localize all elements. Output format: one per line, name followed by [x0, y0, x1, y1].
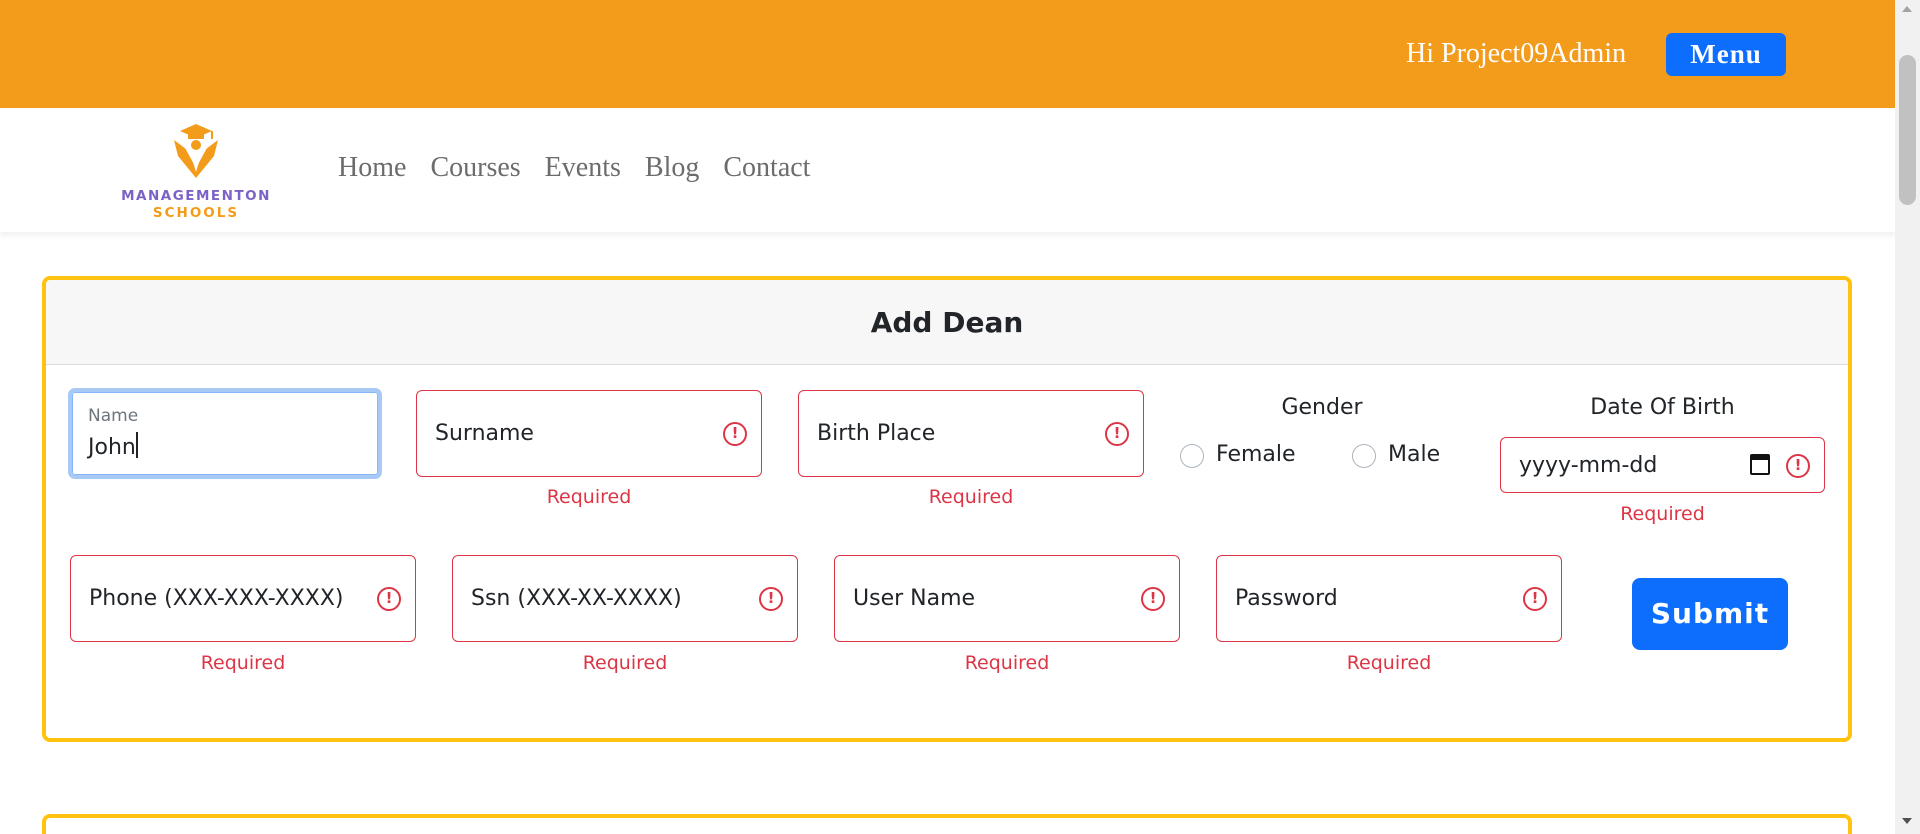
surname-error: Required — [546, 486, 632, 508]
username-field[interactable]: User Name ! — [834, 555, 1180, 642]
gender-male-label[interactable]: Male — [1388, 442, 1440, 467]
page-scrollbar[interactable] — [1895, 0, 1920, 834]
logo[interactable]: MANAGEMENTON SCHOOLS — [118, 122, 274, 221]
date-of-birth-error: Required — [1620, 503, 1705, 525]
username-error: Required — [964, 652, 1050, 674]
nav-link-home[interactable]: Home — [338, 152, 406, 184]
gender-female-label[interactable]: Female — [1216, 442, 1296, 467]
scroll-thumb[interactable] — [1899, 55, 1916, 205]
error-icon: ! — [377, 587, 401, 611]
next-card — [42, 814, 1852, 834]
logo-emblem-icon — [174, 124, 218, 178]
phone-field[interactable]: Phone (XXX-XXX-XXXX) ! — [70, 555, 416, 642]
nav-link-events[interactable]: Events — [545, 152, 621, 184]
name-field-label: Name — [88, 406, 139, 426]
calendar-icon[interactable] — [1750, 454, 1770, 475]
birth-place-error: Required — [928, 486, 1014, 508]
phone-error: Required — [200, 652, 286, 674]
date-of-birth-label: Date Of Birth — [1590, 395, 1735, 420]
ssn-field[interactable]: Ssn (XXX-XX-XXXX) ! — [452, 555, 798, 642]
error-icon: ! — [723, 422, 747, 446]
logo-text-line1: MANAGEMENTON — [121, 188, 271, 204]
phone-placeholder: Phone (XXX-XXX-XXXX) — [89, 586, 344, 611]
menu-button[interactable]: Menu — [1666, 33, 1786, 76]
date-of-birth-placeholder: yyyy-mm-dd — [1519, 453, 1658, 478]
name-field[interactable]: Name John — [68, 388, 382, 479]
name-field-value: John — [88, 435, 136, 460]
error-icon: ! — [1141, 587, 1165, 611]
user-greeting: Hi Project09Admin — [1406, 38, 1627, 69]
surname-field[interactable]: Surname ! — [416, 390, 762, 477]
scroll-down-arrow-icon[interactable] — [1902, 818, 1912, 824]
nav-link-blog[interactable]: Blog — [645, 152, 699, 184]
navbar: MANAGEMENTON SCHOOLS Home Courses Events… — [0, 108, 1895, 232]
ssn-placeholder: Ssn (XXX-XX-XXXX) — [471, 586, 682, 611]
username-placeholder: User Name — [853, 586, 976, 611]
nav-link-courses[interactable]: Courses — [430, 152, 520, 184]
gender-label: Gender — [1281, 395, 1363, 420]
surname-placeholder: Surname — [435, 421, 534, 446]
password-field[interactable]: Password ! — [1216, 555, 1562, 642]
password-error: Required — [1346, 652, 1432, 674]
date-of-birth-field[interactable]: yyyy-mm-dd ! — [1500, 437, 1825, 493]
error-icon: ! — [1523, 587, 1547, 611]
text-caret — [135, 432, 138, 458]
gender-male-radio[interactable] — [1352, 444, 1376, 468]
gender-female-radio[interactable] — [1180, 444, 1204, 468]
password-placeholder: Password — [1235, 586, 1338, 611]
nav-link-contact[interactable]: Contact — [723, 152, 810, 184]
birth-place-placeholder: Birth Place — [817, 421, 936, 446]
nav-links: Home Courses Events Blog Contact — [338, 152, 810, 184]
scroll-up-arrow-icon[interactable] — [1902, 6, 1912, 12]
logo-text-line2: SCHOOLS — [152, 205, 240, 221]
submit-button[interactable]: Submit — [1632, 578, 1788, 650]
card-title: Add Dean — [46, 280, 1848, 365]
error-icon: ! — [1105, 422, 1129, 446]
error-icon: ! — [759, 587, 783, 611]
error-icon: ! — [1786, 454, 1810, 478]
birth-place-field[interactable]: Birth Place ! — [798, 390, 1144, 477]
ssn-error: Required — [582, 652, 668, 674]
top-bar: Hi Project09Admin Menu — [0, 0, 1895, 108]
